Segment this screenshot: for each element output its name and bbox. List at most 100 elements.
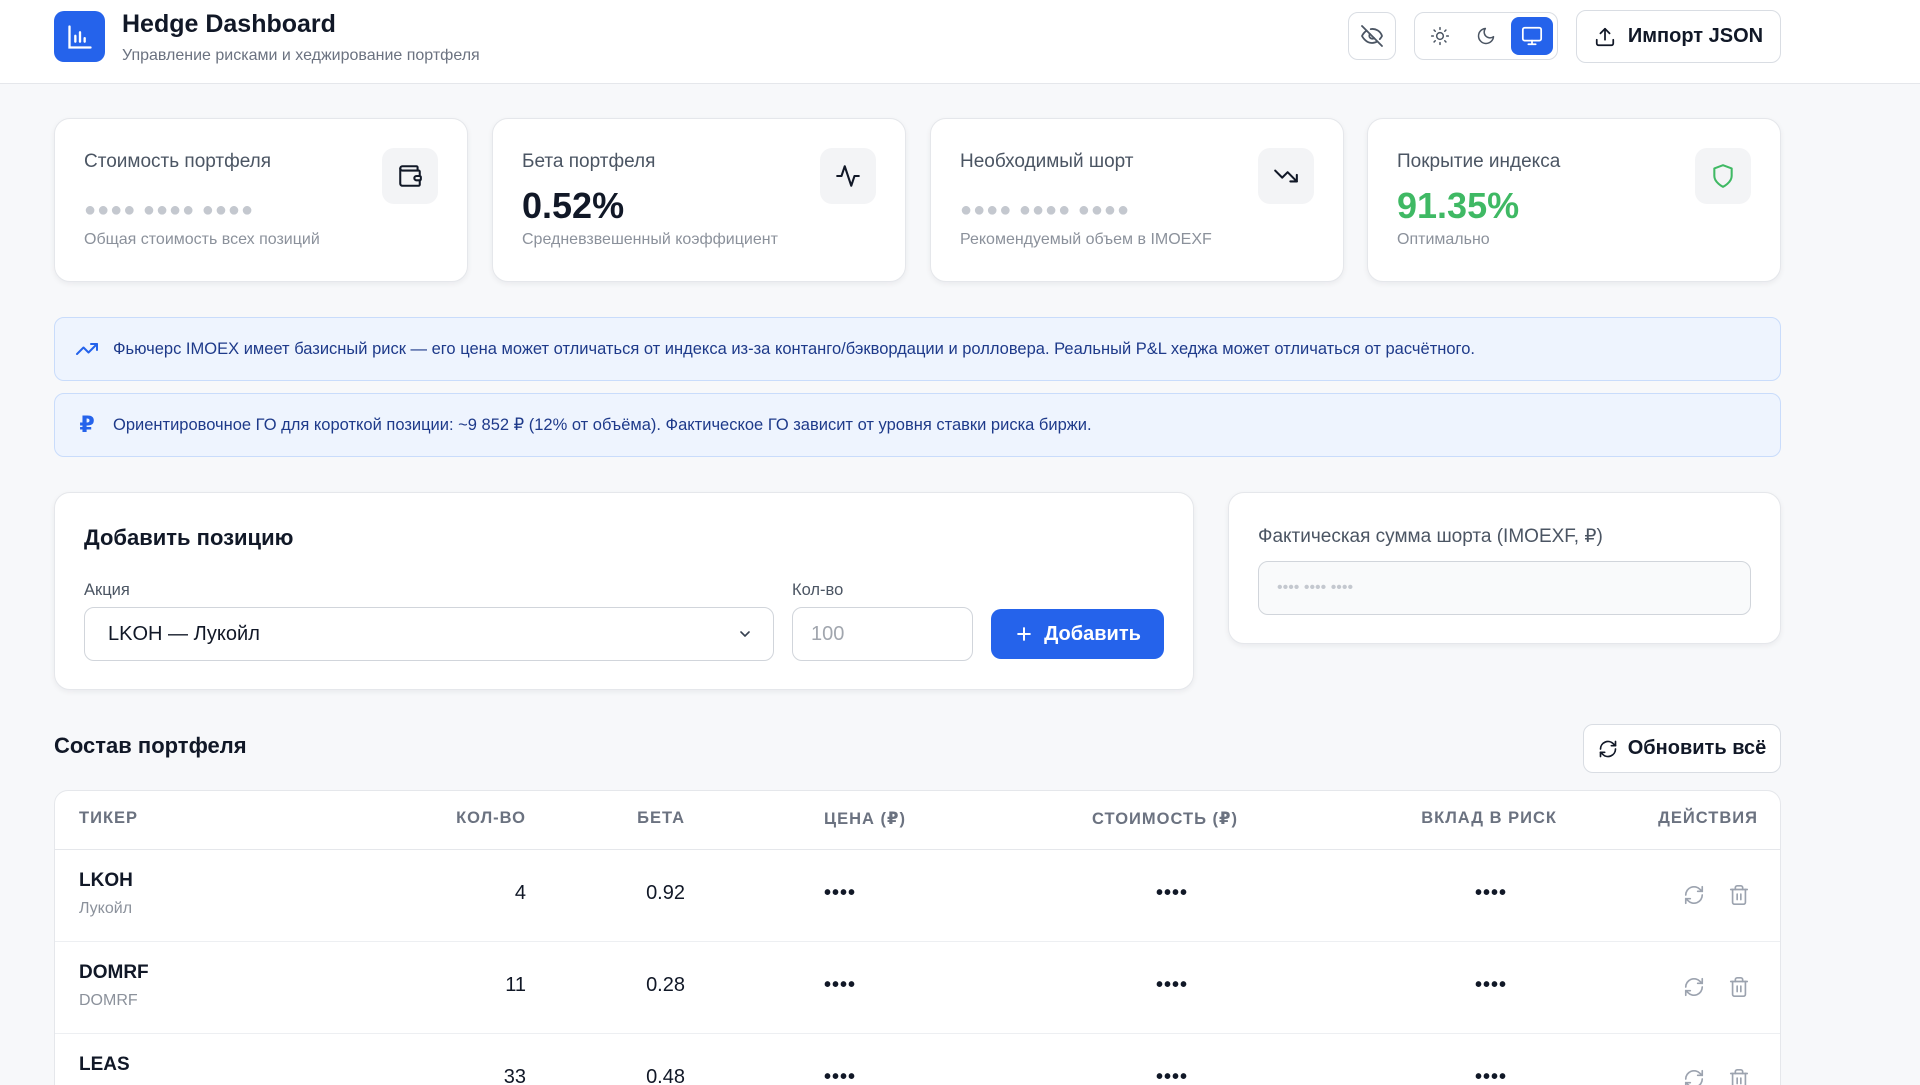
row-risk: ••••	[1474, 882, 1507, 904]
portfolio-title: Состав портфеля	[54, 733, 247, 758]
row-price: ••••	[823, 974, 856, 996]
quantity-input[interactable]	[792, 607, 973, 661]
stat-icon-box	[820, 148, 876, 204]
row-price: ••••	[823, 1066, 856, 1085]
table-row: LEAS 33 0.48 •••• •••• ••••	[55, 1034, 1780, 1085]
stat-card-portfolio-beta: Бета портфеля 0.52% Средневзвешенный коэ…	[492, 118, 906, 282]
column-header-value: СТОИМОСТЬ (₽)	[1092, 810, 1238, 828]
actual-short-card: Фактическая сумма шорта (IMOEXF, ₽)	[1228, 492, 1781, 644]
row-risk: ••••	[1474, 1066, 1507, 1085]
refresh-icon	[1684, 977, 1704, 997]
import-json-label: Импорт JSON	[1627, 25, 1764, 47]
note-text: Фьючерс IMOEX имеет базисный риск — его …	[113, 339, 1475, 358]
stat-subtitle: Общая стоимость всех позиций	[84, 231, 320, 248]
add-position-card: Добавить позицию Акция Кол-во LKOH — Лук…	[54, 492, 1194, 690]
stat-icon-box	[1258, 148, 1314, 204]
actual-short-input[interactable]	[1258, 561, 1751, 615]
sun-icon	[1430, 26, 1450, 46]
dark-theme-button[interactable]	[1465, 17, 1507, 55]
stock-select-value: LKOH — Лукойл	[108, 622, 260, 645]
row-delete-button[interactable]	[1726, 974, 1752, 1000]
column-header-ticker: ТИКЕР	[79, 809, 139, 827]
trash-icon	[1729, 1069, 1749, 1085]
row-price: ••••	[823, 882, 856, 904]
row-refresh-button[interactable]	[1681, 1066, 1707, 1085]
ruble-icon: ₽	[79, 412, 95, 437]
refresh-all-label: Обновить всё	[1627, 737, 1767, 759]
portfolio-table: ТИКЕР КОЛ-ВО БЕТА ЦЕНА (₽) СТОИМОСТЬ (₽)…	[54, 790, 1781, 1085]
column-header-risk: ВКЛАД В РИСК	[1421, 809, 1557, 827]
row-company-name: DOMRF	[79, 992, 138, 1009]
row-qty: 4	[514, 882, 526, 904]
row-beta: 0.48	[646, 1066, 685, 1085]
column-header-qty: КОЛ-ВО	[456, 809, 526, 827]
light-theme-button[interactable]	[1419, 17, 1461, 55]
stat-icon-box	[382, 148, 438, 204]
margin-note: ₽ Ориентировочное ГО для короткой позици…	[54, 393, 1781, 457]
logo	[54, 11, 105, 62]
refresh-icon	[1599, 740, 1617, 757]
row-qty: 33	[503, 1066, 526, 1085]
stat-subtitle: Оптимально	[1397, 231, 1490, 248]
table-row: DOMRF DOMRF 11 0.28 •••• •••• ••••	[55, 942, 1780, 1034]
stat-value: 91.35%	[1397, 185, 1520, 226]
stat-label: Стоимость портфеля	[84, 151, 272, 172]
row-risk: ••••	[1474, 974, 1507, 996]
eye-off-icon	[1361, 25, 1383, 47]
row-qty: 11	[505, 974, 526, 996]
row-ticker: LKOH	[79, 870, 133, 891]
import-json-button[interactable]: Импорт JSON	[1576, 10, 1781, 63]
add-position-label: Добавить	[1044, 622, 1141, 645]
row-ticker: DOMRF	[79, 962, 149, 983]
hide-values-button[interactable]	[1348, 12, 1396, 60]
monitor-icon	[1521, 26, 1543, 46]
row-company-name: Лукойл	[79, 900, 133, 917]
refresh-all-button[interactable]: Обновить всё	[1583, 724, 1781, 773]
qty-label: Кол-во	[792, 581, 844, 599]
row-value: ••••	[1155, 1066, 1188, 1085]
stat-masked-value: ●●●● ●●●● ●●●●	[84, 199, 255, 221]
stat-card-index-coverage: Покрытие индекса 91.35% Оптимально	[1367, 118, 1781, 282]
moon-icon	[1477, 27, 1495, 45]
row-delete-button[interactable]	[1726, 882, 1752, 908]
row-value: ••••	[1155, 974, 1188, 996]
row-value: ••••	[1155, 882, 1188, 904]
row-refresh-button[interactable]	[1681, 882, 1707, 908]
row-delete-button[interactable]	[1726, 1066, 1752, 1085]
add-position-button[interactable]: Добавить	[991, 609, 1164, 659]
row-ticker: LEAS	[79, 1054, 130, 1075]
row-beta: 0.28	[646, 974, 685, 996]
refresh-icon	[1684, 885, 1704, 905]
trending-up-icon	[73, 335, 101, 363]
column-header-actions: ДЕЙСТВИЯ	[1658, 809, 1758, 827]
shield-icon	[1713, 164, 1733, 188]
system-theme-button[interactable]	[1511, 17, 1553, 55]
stock-select[interactable]: LKOH — Лукойл	[84, 607, 774, 661]
stat-card-portfolio-value: Стоимость портфеля ●●●● ●●●● ●●●● Общая …	[54, 118, 468, 282]
column-header-price: ЦЕНА (₽)	[824, 810, 906, 828]
stat-label: Бета портфеля	[522, 151, 656, 172]
app-subtitle: Управление рисками и хеджирование портфе…	[122, 47, 480, 64]
basis-risk-note: Фьючерс IMOEX имеет базисный риск — его …	[54, 317, 1781, 381]
chevron-down-icon	[740, 631, 750, 637]
wallet-icon	[399, 165, 422, 187]
stat-label: Покрытие индекса	[1397, 151, 1561, 172]
trash-icon	[1729, 885, 1749, 905]
app-header: Hedge Dashboard Управление рисками и хед…	[0, 0, 1920, 84]
activity-icon	[836, 165, 860, 187]
theme-switcher	[1414, 12, 1558, 60]
upload-icon	[1595, 27, 1614, 46]
bar-chart-icon	[67, 24, 92, 49]
stat-card-required-short: Необходимый шорт ●●●● ●●●● ●●●● Рекоменд…	[930, 118, 1344, 282]
actual-short-label: Фактическая сумма шорта (IMOEXF, ₽)	[1258, 526, 1603, 547]
stat-icon-box	[1695, 148, 1751, 204]
trending-down-icon	[1274, 169, 1298, 183]
table-row: LKOH Лукойл 4 0.92 •••• •••• ••••	[55, 850, 1780, 942]
column-header-beta: БЕТА	[637, 809, 685, 827]
stat-subtitle: Средневзвешенный коэффициент	[522, 231, 778, 248]
trash-icon	[1729, 977, 1749, 997]
row-beta: 0.92	[646, 882, 685, 904]
add-position-title: Добавить позицию	[84, 525, 294, 550]
stat-value: 0.52%	[522, 185, 625, 226]
row-refresh-button[interactable]	[1681, 974, 1707, 1000]
